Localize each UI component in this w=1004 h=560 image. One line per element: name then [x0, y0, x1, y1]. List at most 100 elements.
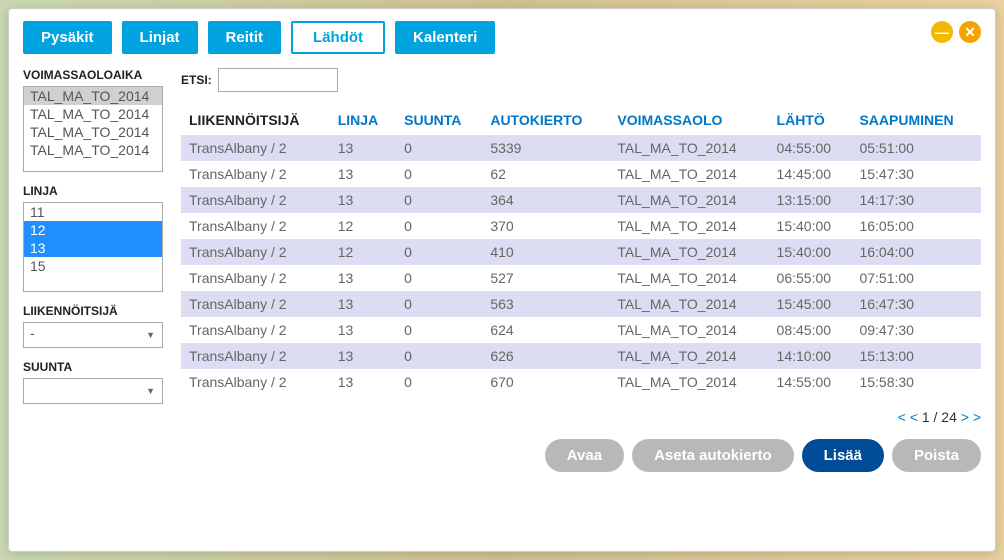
list-item[interactable]: 11: [24, 203, 162, 221]
voimassaoloaika-label: VOIMASSAOLOAIKA: [23, 68, 163, 82]
table-row[interactable]: TransAlbany / 2130527TAL_MA_TO_201406:55…: [181, 265, 981, 291]
pager-sep: /: [934, 409, 938, 425]
cell-linja: 13: [330, 343, 396, 369]
cell-linja: 13: [330, 161, 396, 187]
cell-lahto: 15:45:00: [769, 291, 852, 317]
suunta-select[interactable]: [23, 378, 163, 404]
cell-linja: 12: [330, 239, 396, 265]
table-row[interactable]: TransAlbany / 2130670TAL_MA_TO_201414:55…: [181, 369, 981, 395]
cell-lahto: 14:10:00: [769, 343, 852, 369]
table-row[interactable]: TransAlbany / 21305339TAL_MA_TO_201404:5…: [181, 135, 981, 162]
cell-voim: TAL_MA_TO_2014: [609, 265, 768, 291]
cell-saap: 14:17:30: [851, 187, 981, 213]
col-saapuminen[interactable]: SAAPUMINEN: [851, 106, 981, 135]
voimassaoloaika-listbox[interactable]: TAL_MA_TO_2014 TAL_MA_TO_2014 TAL_MA_TO_…: [23, 86, 163, 172]
cell-suunta: 0: [396, 369, 482, 395]
list-item[interactable]: TAL_MA_TO_2014: [24, 87, 162, 105]
search-label: ETSI:: [181, 73, 212, 87]
cell-linja: 13: [330, 369, 396, 395]
cell-liik: TransAlbany / 2: [181, 343, 330, 369]
delete-button[interactable]: Poista: [892, 439, 981, 472]
cell-saap: 15:47:30: [851, 161, 981, 187]
add-button[interactable]: Lisää: [802, 439, 884, 472]
col-suunta[interactable]: SUUNTA: [396, 106, 482, 135]
pager-last[interactable]: > >: [961, 409, 981, 425]
cell-suunta: 0: [396, 291, 482, 317]
cell-suunta: 0: [396, 265, 482, 291]
open-button[interactable]: Avaa: [545, 439, 624, 472]
main-content: ETSI: LIIKENNÖITSIJÄ LINJA SUUNTA AUTOKI…: [181, 68, 981, 472]
linja-label: LINJA: [23, 184, 163, 198]
footer-buttons: Avaa Aseta autokierto Lisää Poista: [181, 439, 981, 472]
cell-saap: 16:05:00: [851, 213, 981, 239]
cell-auto: 370: [482, 213, 609, 239]
cell-voim: TAL_MA_TO_2014: [609, 317, 768, 343]
tab-bar: Pysäkit Linjat Reitit Lähdöt Kalenteri —…: [23, 21, 981, 54]
suunta-label: SUUNTA: [23, 360, 163, 374]
cell-voim: TAL_MA_TO_2014: [609, 187, 768, 213]
cell-saap: 15:58:30: [851, 369, 981, 395]
tab-lahdot[interactable]: Lähdöt: [291, 21, 385, 54]
cell-lahto: 15:40:00: [769, 239, 852, 265]
cell-suunta: 0: [396, 239, 482, 265]
cell-auto: 364: [482, 187, 609, 213]
cell-linja: 13: [330, 135, 396, 162]
col-linja[interactable]: LINJA: [330, 106, 396, 135]
close-icon[interactable]: ✕: [959, 21, 981, 43]
cell-suunta: 0: [396, 161, 482, 187]
table-row[interactable]: TransAlbany / 213062TAL_MA_TO_201414:45:…: [181, 161, 981, 187]
table-row[interactable]: TransAlbany / 2120370TAL_MA_TO_201415:40…: [181, 213, 981, 239]
cell-liik: TransAlbany / 2: [181, 239, 330, 265]
pager-current: 1: [922, 409, 930, 425]
list-item[interactable]: TAL_MA_TO_2014: [24, 105, 162, 123]
cell-lahto: 04:55:00: [769, 135, 852, 162]
departures-table: LIIKENNÖITSIJÄ LINJA SUUNTA AUTOKIERTO V…: [181, 106, 981, 395]
tab-linjat[interactable]: Linjat: [122, 21, 198, 54]
tab-kalenteri[interactable]: Kalenteri: [395, 21, 495, 54]
col-autokierto[interactable]: AUTOKIERTO: [482, 106, 609, 135]
cell-linja: 13: [330, 265, 396, 291]
table-row[interactable]: TransAlbany / 2130563TAL_MA_TO_201415:45…: [181, 291, 981, 317]
list-item[interactable]: TAL_MA_TO_2014: [24, 141, 162, 159]
liikennoitsija-select[interactable]: -: [23, 322, 163, 348]
col-lahto[interactable]: LÄHTÖ: [769, 106, 852, 135]
pager: < < 1 / 24 > >: [181, 409, 981, 425]
list-item[interactable]: TAL_MA_TO_2014: [24, 123, 162, 141]
table-row[interactable]: TransAlbany / 2120410TAL_MA_TO_201415:40…: [181, 239, 981, 265]
cell-saap: 15:13:00: [851, 343, 981, 369]
col-voimassaolo[interactable]: VOIMASSAOLO: [609, 106, 768, 135]
list-item[interactable]: 12: [24, 221, 162, 239]
cell-voim: TAL_MA_TO_2014: [609, 239, 768, 265]
cell-saap: 16:47:30: [851, 291, 981, 317]
linja-listbox[interactable]: 11 12 13 15: [23, 202, 163, 292]
cell-auto: 624: [482, 317, 609, 343]
search-input[interactable]: [218, 68, 338, 92]
set-autokierto-button[interactable]: Aseta autokierto: [632, 439, 794, 472]
cell-lahto: 08:45:00: [769, 317, 852, 343]
table-row[interactable]: TransAlbany / 2130364TAL_MA_TO_201413:15…: [181, 187, 981, 213]
search-row: ETSI:: [181, 68, 981, 92]
pager-first[interactable]: < <: [898, 409, 918, 425]
cell-suunta: 0: [396, 135, 482, 162]
cell-lahto: 14:55:00: [769, 369, 852, 395]
cell-auto: 5339: [482, 135, 609, 162]
list-item[interactable]: 13: [24, 239, 162, 257]
list-item[interactable]: 15: [24, 257, 162, 275]
cell-auto: 626: [482, 343, 609, 369]
table-row[interactable]: TransAlbany / 2130626TAL_MA_TO_201414:10…: [181, 343, 981, 369]
cell-suunta: 0: [396, 187, 482, 213]
cell-liik: TransAlbany / 2: [181, 317, 330, 343]
cell-voim: TAL_MA_TO_2014: [609, 291, 768, 317]
cell-linja: 13: [330, 187, 396, 213]
tab-reitit[interactable]: Reitit: [208, 21, 282, 54]
cell-linja: 13: [330, 291, 396, 317]
cell-liik: TransAlbany / 2: [181, 265, 330, 291]
cell-lahto: 13:15:00: [769, 187, 852, 213]
cell-liik: TransAlbany / 2: [181, 369, 330, 395]
table-row[interactable]: TransAlbany / 2130624TAL_MA_TO_201408:45…: [181, 317, 981, 343]
cell-lahto: 06:55:00: [769, 265, 852, 291]
col-liikennoitsija[interactable]: LIIKENNÖITSIJÄ: [181, 106, 330, 135]
tab-pysakit[interactable]: Pysäkit: [23, 21, 112, 54]
cell-saap: 05:51:00: [851, 135, 981, 162]
minimize-icon[interactable]: —: [931, 21, 953, 43]
